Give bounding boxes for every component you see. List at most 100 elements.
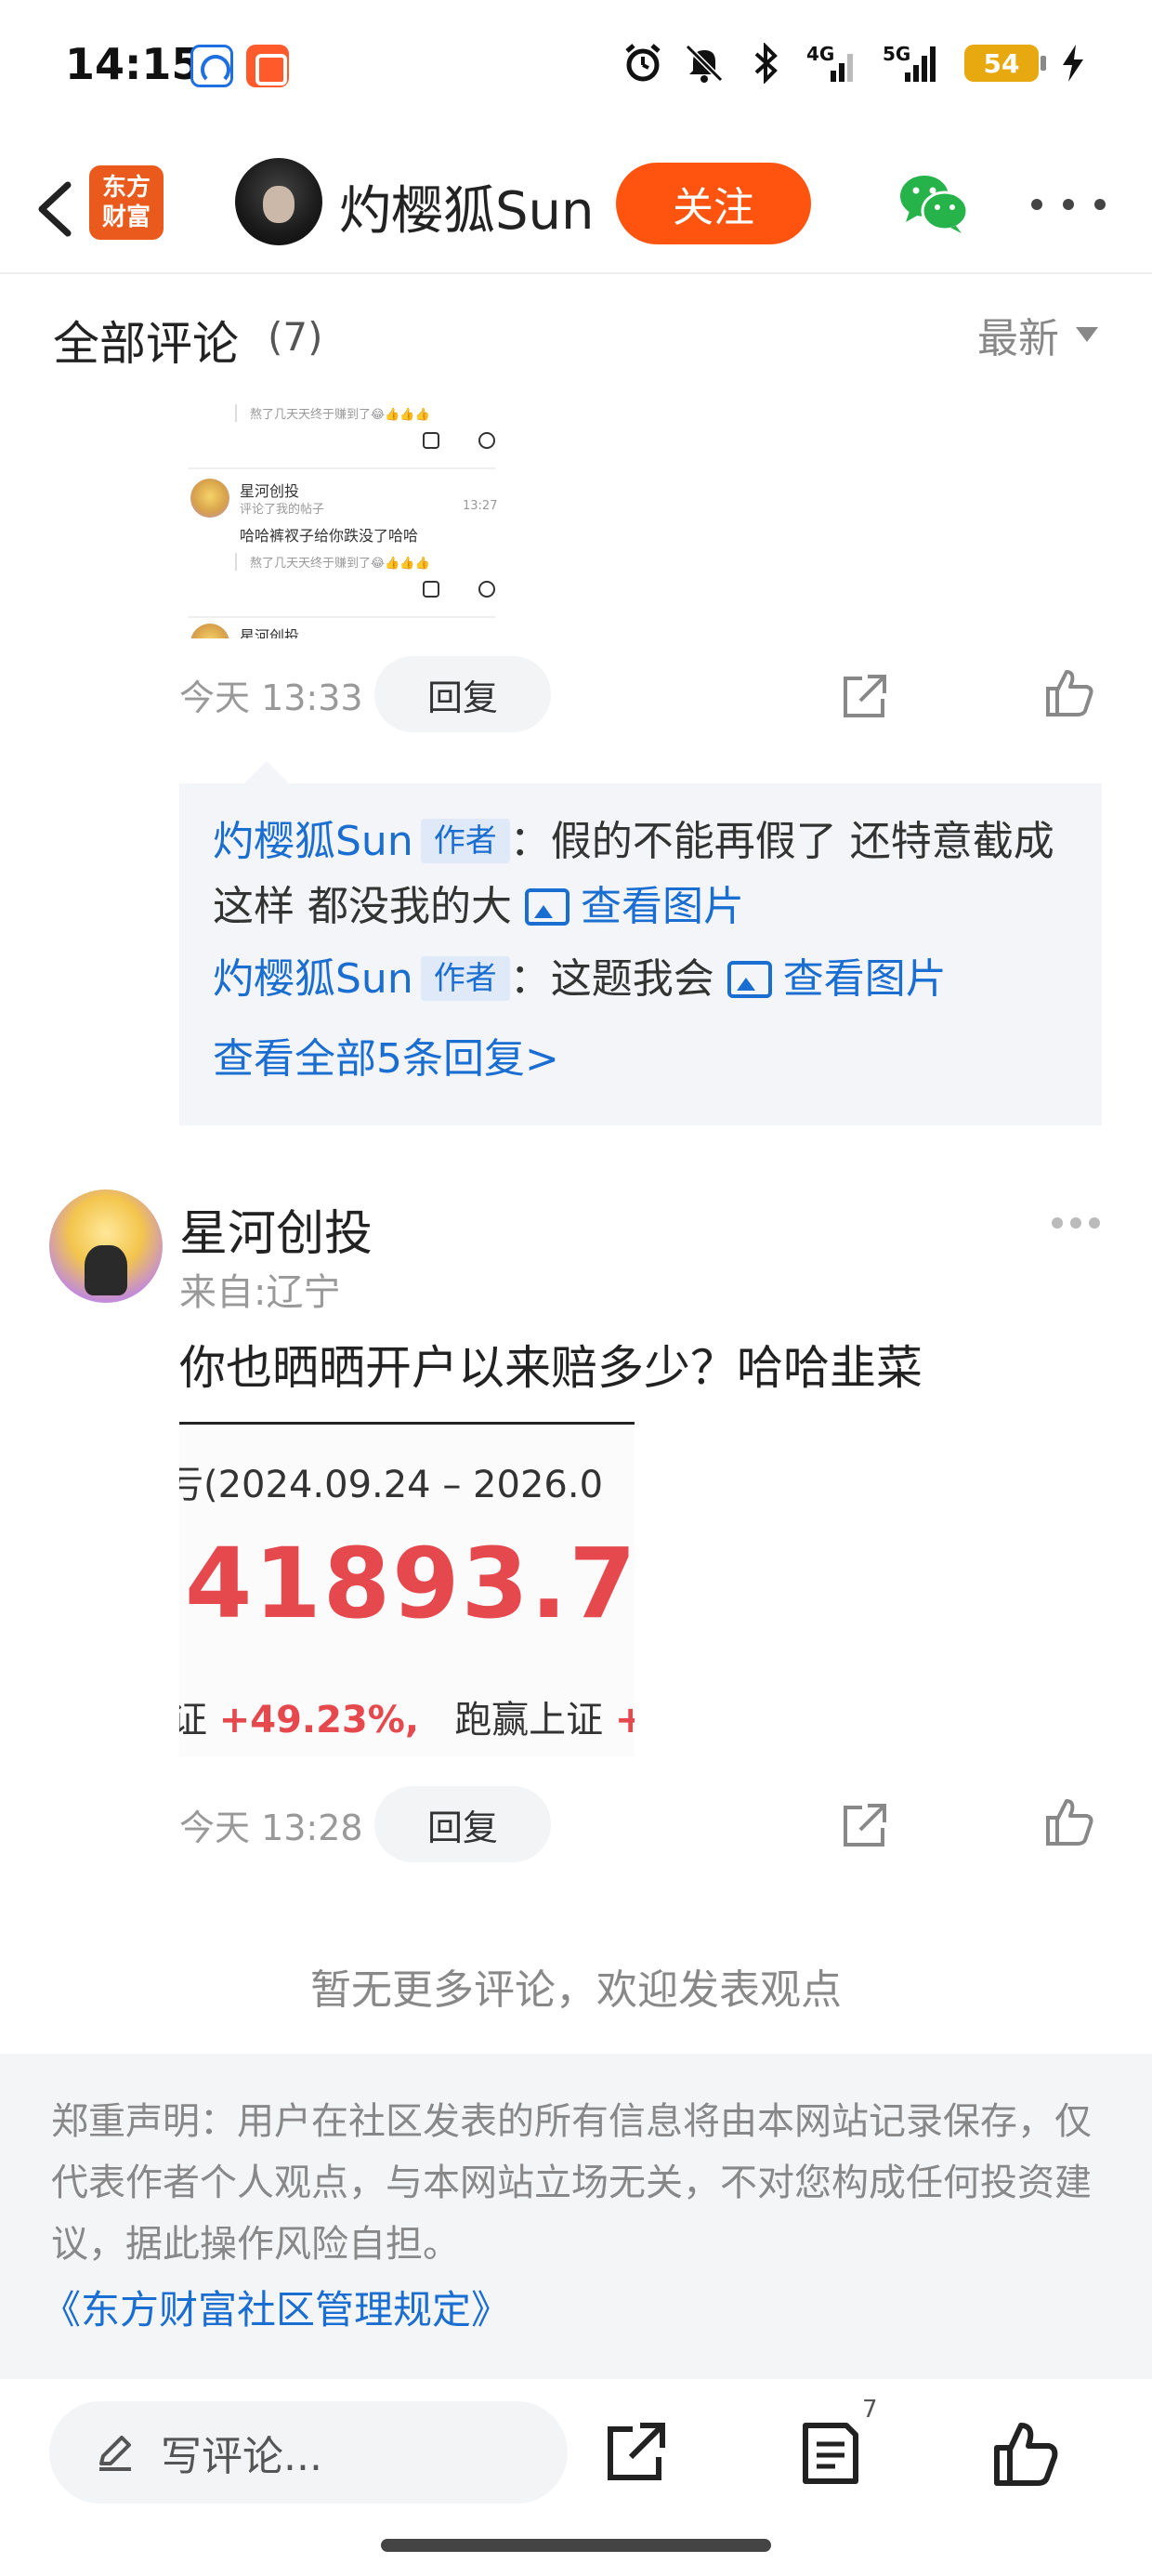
reply-text: ：假的不能再假了 还特意截成 [509,818,1054,865]
disclaimer-text: 郑重声明：用户在社区发表的所有信息将由本网站记录保存，仅代表作者个人观点，与本网… [51,2100,1092,2266]
thumbs-up-icon [1046,670,1093,716]
mute-icon [684,43,725,84]
author-username[interactable]: 灼樱狐Sun [339,169,595,244]
sort-dropdown[interactable]: 最新 [977,305,1098,364]
comment-placeholder: 写评论... [161,2433,322,2480]
reply-text: ：这题我会 [509,955,714,1003]
bluetooth-icon [745,42,786,85]
status-indicators: 4G 5G 54 [622,42,1087,85]
write-comment-input[interactable]: 写评论... [49,2401,568,2504]
image-icon [727,961,772,998]
more-dot-icon [1031,199,1042,210]
more-dot-icon [1089,1217,1100,1229]
comment-meta-row: 今天 13:28 回复 [179,1786,551,1862]
view-image-link[interactable]: 查看图片 [525,883,744,930]
notification-app-icon [190,45,233,87]
divider [189,616,495,618]
like-icon [423,432,439,449]
pencil-icon [99,2436,131,2471]
view-all-replies-link[interactable]: 查看全部5条回复> [213,1025,1068,1084]
author-badge: 作者 [420,956,510,1001]
home-indicator[interactable] [381,2539,771,2552]
divider [189,467,495,469]
wechat-icon [900,176,969,233]
thumbs-up-icon [994,2423,1058,2486]
author-badge: 作者 [420,819,510,863]
author-avatar[interactable] [235,158,322,245]
more-dot-icon [1070,1217,1081,1229]
follow-button[interactable]: 关注 [616,163,811,244]
comments-list-icon [803,2423,858,2484]
share-button[interactable] [836,669,892,725]
screenshot-username: 星河创投 [240,482,300,500]
share-icon [844,1804,886,1847]
like-icon [423,581,439,598]
back-button[interactable] [23,172,88,246]
like-button[interactable] [1041,664,1096,720]
screenshot-comment-text: 哈哈裤衩子给你跌没了哈哈 [240,527,419,545]
community-rules-link[interactable]: 《东方财富社区管理规定》 [42,2279,1101,2335]
like-button[interactable] [988,2416,1062,2491]
commenter-name[interactable]: 星河创投 [179,1194,373,1264]
commenter-location: 来自:辽宁 [179,1271,341,1314]
screenshot-time: 13:27 [463,499,498,513]
comment-more-button[interactable] [1052,1217,1100,1232]
comments-count: (7) [268,314,323,360]
avatar [190,624,229,638]
comments-list-button[interactable] [794,2416,869,2491]
wechat-share-button[interactable] [897,172,971,237]
share-icon [608,2423,665,2480]
battery-indicator: 54 [964,45,1046,82]
sort-label: 最新 [977,315,1059,362]
post-header: 东方 财富 灼樱狐Sun 关注 [0,149,1152,274]
reply-button[interactable]: 回复 [374,656,551,732]
reply-item: 灼樱狐Sun 作者 ：假的不能再假了 还特意截成 这样 都没我的大 查看图片 [213,809,1068,940]
screenshot-quote-text: 熬了几天天终于赚到了😂👍👍👍 [235,553,430,571]
more-dot-icon [1094,199,1106,210]
signal-4g-icon: 4G [806,43,858,84]
no-more-comments-text: 暂无更多评论，欢迎发表观点 [310,1966,842,2014]
comment-meta-row: 今天 13:33 回复 [179,656,551,732]
share-icon [844,675,886,717]
share-button[interactable] [836,1798,892,1854]
disclaimer-section: 郑重声明：用户在社区发表的所有信息将由本网站记录保存，仅代表作者个人观点，与本网… [0,2054,1152,2379]
screenshot-username: 星河创投 [240,627,300,638]
like-button[interactable] [1041,1794,1096,1849]
replies-box: 灼樱狐Sun 作者 ：假的不能再假了 还特意截成 这样 都没我的大 查看图片 灼樱狐… [179,761,1102,1125]
comment-attached-image[interactable]: 亏(2024.09.24 – 2026.0 41893.79 + 证 +49.2… [179,1422,635,1756]
screenshot-comparison: 证 +49.23%, 跑赢上证 +4 [179,1699,635,1741]
more-options-button[interactable] [1031,186,1106,223]
more-dot-icon [1052,1217,1063,1229]
back-arrow-icon [38,181,72,237]
app-logo[interactable]: 东方 财富 [89,165,164,240]
screenshot-quote-text: 熬了几天天终于赚到了😂👍👍👍 [235,404,430,422]
comment-icon [478,581,495,598]
thumbs-up-icon [1046,1799,1093,1846]
signal-5g-icon: 5G [879,43,944,84]
image-icon [525,888,569,926]
avatar [190,479,229,518]
comments-section-title: 全部评论 [53,317,239,371]
status-notification-icons [190,45,289,87]
status-bar: 14:15 4G 5G 54 [0,0,1152,139]
screenshot-loss-amount: 41893.79 + [185,1527,635,1640]
reply-text: 这样 都没我的大 [213,883,512,930]
comment-attached-image[interactable]: 熬了几天天终于赚到了😂👍👍👍 星河创投 评论了我的帖子 13:27 哈哈裤衩子给… [179,395,509,638]
dropdown-arrow-icon [1076,327,1098,342]
more-dot-icon [1063,199,1074,210]
comment-time: 今天 13:28 [179,1807,363,1848]
notification-app-icon [246,45,289,87]
reply-author[interactable]: 灼樱狐Sun [213,955,413,1003]
charging-icon [1059,43,1087,84]
comment-text: 你也晒晒开户以来赔多少？哈哈韭菜 [179,1341,923,1395]
comment-count-badge: 7 [862,2396,878,2424]
reply-button[interactable]: 回复 [374,1786,551,1862]
screenshot-date-range: 亏(2024.09.24 – 2026.0 [179,1464,604,1506]
alarm-icon [622,43,663,84]
share-button[interactable] [599,2416,674,2491]
view-image-link[interactable]: 查看图片 [727,955,947,1003]
comment-time: 今天 13:33 [179,677,363,718]
reply-author[interactable]: 灼樱狐Sun [213,818,413,865]
comment-icon [478,432,495,449]
commenter-avatar[interactable] [49,1189,163,1303]
